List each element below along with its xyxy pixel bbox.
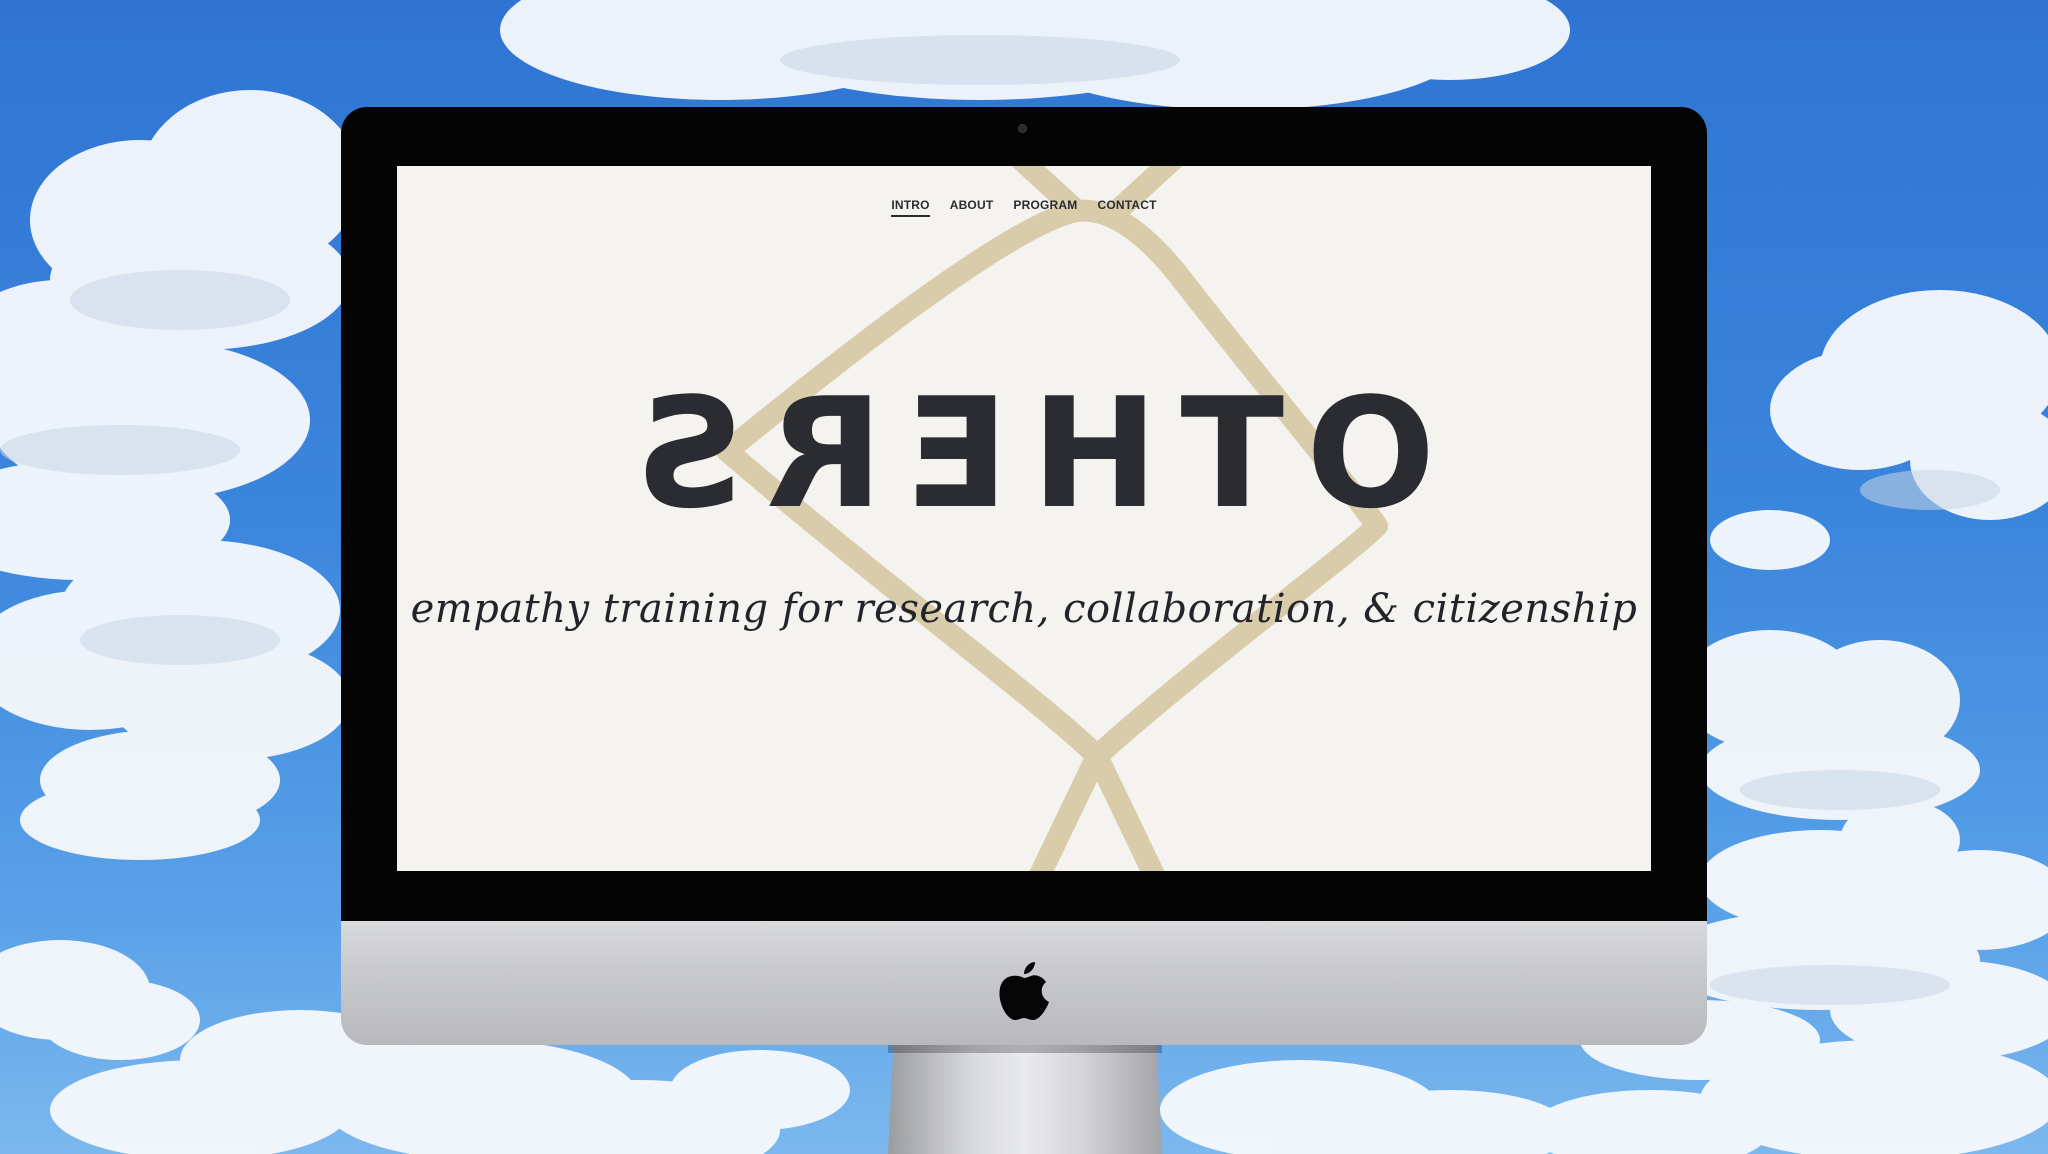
webcam-icon (1018, 124, 1027, 133)
site-logo-mirrored: OTHERS (612, 365, 1436, 542)
scene: INTRO ABOUT PROGRAM CONTACT OTHERS empat… (0, 0, 2048, 1154)
site-navigation: INTRO ABOUT PROGRAM CONTACT (397, 198, 1651, 217)
nav-item-about[interactable]: ABOUT (950, 198, 994, 217)
nav-item-program[interactable]: PROGRAM (1013, 198, 1077, 217)
monitor-stand-shadow (888, 1045, 1162, 1053)
site-tagline: empathy training for research, collabora… (410, 586, 1638, 632)
imac-monitor: INTRO ABOUT PROGRAM CONTACT OTHERS empat… (341, 107, 1707, 1045)
nav-item-contact[interactable]: CONTACT (1097, 198, 1156, 217)
monitor-stand (888, 1045, 1162, 1154)
monitor-chin (341, 921, 1707, 1045)
apple-logo-icon (999, 962, 1049, 1020)
monitor-bezel: INTRO ABOUT PROGRAM CONTACT OTHERS empat… (341, 107, 1707, 921)
nav-item-intro[interactable]: INTRO (891, 198, 930, 217)
website-screen: INTRO ABOUT PROGRAM CONTACT OTHERS empat… (397, 166, 1651, 871)
